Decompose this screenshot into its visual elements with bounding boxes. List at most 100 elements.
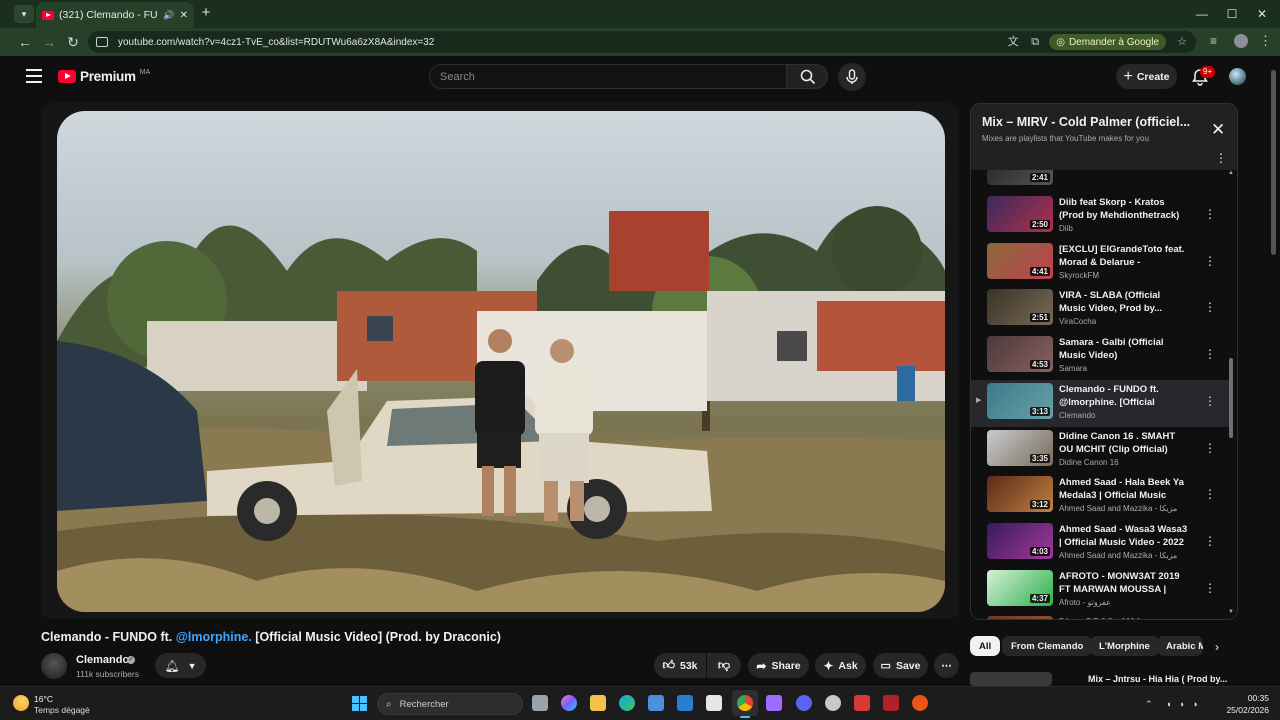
chrome-icon[interactable] bbox=[737, 695, 753, 711]
translate-icon[interactable]: 文 bbox=[1005, 34, 1021, 50]
subscribed-notifications-button[interactable]: 🔔︎ ▼ bbox=[155, 653, 206, 678]
playlist-item[interactable]: 4:53 Samara - Galbi (Official Music Video… bbox=[971, 333, 1231, 380]
more-vertical-icon[interactable]: ⋮ bbox=[1204, 207, 1216, 221]
chevron-right-icon[interactable]: › bbox=[1215, 640, 1219, 654]
scroll-down-arrow-icon[interactable]: ▼ bbox=[1228, 609, 1234, 615]
site-info-icon[interactable] bbox=[96, 37, 108, 47]
omnibox[interactable]: youtube.com/watch?v=4cz1-TvE_co&list=RDU… bbox=[88, 31, 1196, 53]
page-scrollbar[interactable] bbox=[1271, 70, 1276, 255]
task-view-icon[interactable] bbox=[532, 695, 548, 711]
playlist-item[interactable]: 2:41 bbox=[971, 170, 1231, 193]
windows-start-icon[interactable] bbox=[352, 696, 367, 711]
video-title-mention-link[interactable]: @lmorphine. bbox=[176, 630, 252, 644]
discord-icon[interactable] bbox=[796, 695, 812, 711]
taskbar-clock[interactable]: 00:35 bbox=[1225, 693, 1269, 703]
playlist-menu-icon[interactable]: ⋮ bbox=[1215, 151, 1227, 165]
scroll-up-arrow-icon[interactable]: ▲ bbox=[1228, 170, 1234, 176]
more-vertical-icon[interactable]: ⋮ bbox=[1204, 254, 1216, 268]
like-button[interactable]: 👍︎ 53k bbox=[654, 653, 706, 678]
playlist-item[interactable]: 4:37 AFROTO - MONW3AT 2019 FT MARWAN MOUS… bbox=[971, 567, 1231, 614]
hamburger-menu-icon[interactable] bbox=[26, 69, 42, 83]
playlist-item[interactable]: Dizzy DROS - M3A L3ECHRANE⋮ bbox=[971, 613, 1231, 619]
weather-temperature[interactable]: 16°C bbox=[34, 694, 53, 704]
dislike-button[interactable]: 👎︎ bbox=[707, 653, 741, 678]
playlist-item[interactable]: 3:12 Ahmed Saad - Hala Beek Ya Medala3 | … bbox=[971, 473, 1231, 520]
more-vertical-icon[interactable]: ⋮ bbox=[1204, 441, 1216, 455]
browser-profile-avatar[interactable] bbox=[1234, 34, 1248, 48]
duration-badge: 3:35 bbox=[1029, 453, 1050, 463]
tray-status-icons[interactable]: ◖◗◗ bbox=[1166, 699, 1206, 709]
channel-avatar[interactable] bbox=[41, 653, 67, 679]
more-vertical-icon[interactable]: ⋮ bbox=[1204, 300, 1216, 314]
weather-condition[interactable]: Temps dégagé bbox=[34, 705, 90, 715]
game-controller-icon[interactable] bbox=[766, 695, 782, 711]
tab-close-icon[interactable]: ✕ bbox=[180, 10, 188, 21]
new-tab-button[interactable]: + bbox=[199, 5, 213, 20]
extensions-icon[interactable]: ≡ bbox=[1210, 34, 1217, 48]
video-frame[interactable] bbox=[57, 111, 945, 612]
create-button[interactable]: + Create bbox=[1116, 64, 1177, 89]
outlook-icon[interactable] bbox=[677, 695, 693, 711]
chip-arabic[interactable]: Arabic M bbox=[1157, 636, 1203, 656]
playlist-items[interactable]: 2:41 2:50 Diib feat Skorp - Kratos (Prod … bbox=[971, 170, 1237, 619]
search-input[interactable]: Search bbox=[429, 64, 786, 89]
more-vertical-icon[interactable]: ⋮ bbox=[1204, 487, 1216, 501]
duration-badge: 3:13 bbox=[1029, 406, 1050, 416]
chip-lmorphine[interactable]: L'Morphine bbox=[1090, 636, 1159, 656]
playlist-scrollbar[interactable] bbox=[1229, 358, 1233, 438]
chip-all[interactable]: All bbox=[970, 636, 1001, 656]
microsoft-store-icon[interactable] bbox=[648, 695, 664, 711]
share-button[interactable]: ➦ Share bbox=[748, 653, 809, 678]
playlist-title[interactable]: Mix – MIRV - Cold Palmer (officiel... bbox=[982, 115, 1192, 129]
next-recommendation-row[interactable]: Mix – Jntrsu - Hia Hia ( Prod by... bbox=[970, 672, 1238, 686]
speaker-icon[interactable]: 🔊 bbox=[163, 10, 174, 21]
bookmark-star-icon[interactable]: ☆ bbox=[1174, 34, 1190, 50]
search-button[interactable] bbox=[786, 64, 828, 89]
playlist-item[interactable]: 2:51 VIRA - SLABA (Official Music Video, … bbox=[971, 286, 1231, 333]
tray-overflow-chevron-icon[interactable]: ⌃ bbox=[1145, 699, 1153, 710]
close-window-button[interactable]: ✕ bbox=[1254, 6, 1270, 22]
forward-arrow-icon[interactable]: → bbox=[40, 33, 58, 51]
playlist-item[interactable]: ▶ 3:13 Clemando - FUNDO ft. @lmorphine. [O… bbox=[971, 379, 1231, 427]
app-tile-icon[interactable] bbox=[883, 695, 899, 711]
video-player[interactable] bbox=[41, 103, 959, 619]
close-icon[interactable]: ✕ bbox=[1211, 120, 1225, 140]
more-vertical-icon[interactable]: ⋮ bbox=[1204, 534, 1216, 548]
snipping-tool-icon[interactable] bbox=[706, 695, 722, 711]
more-actions-button[interactable]: ⋯ bbox=[934, 653, 959, 678]
verified-badge-icon: ✓ bbox=[127, 656, 135, 664]
copilot-icon[interactable] bbox=[561, 695, 577, 711]
github-icon[interactable] bbox=[825, 695, 841, 711]
playlist-item[interactable]: 3:35 Didine Canon 16 . SMAHT OU MCHIT (Cl… bbox=[971, 427, 1231, 474]
reload-icon[interactable]: ↻ bbox=[64, 33, 82, 51]
minimize-button[interactable]: — bbox=[1194, 6, 1210, 22]
acrobat-icon[interactable] bbox=[854, 695, 870, 711]
more-vertical-icon[interactable]: ⋮ bbox=[1204, 347, 1216, 361]
weather-moon-icon[interactable] bbox=[13, 695, 29, 711]
edge-icon[interactable] bbox=[619, 695, 635, 711]
youtube-premium-logo[interactable]: Premium MA bbox=[58, 69, 150, 84]
playlist-item[interactable]: 2:50 Diib feat Skorp - Kratos (Prod by Me… bbox=[971, 193, 1231, 240]
url-text[interactable]: youtube.com/watch?v=4cz1-TvE_co&list=RDU… bbox=[118, 37, 1005, 48]
account-avatar[interactable] bbox=[1229, 68, 1246, 85]
channel-name[interactable]: Clemando bbox=[76, 654, 129, 666]
browser-tab-active[interactable]: (321) Clemando - FUNDO ft. 🔊 ✕ bbox=[36, 2, 194, 28]
install-app-icon[interactable]: ⧉ bbox=[1027, 34, 1043, 50]
browser-menu-icon[interactable]: ⋮ bbox=[1259, 33, 1272, 49]
more-vertical-icon[interactable]: ⋮ bbox=[1204, 581, 1216, 595]
playlist-item[interactable]: 4:41 [EXCLU] ElGrandeToto feat. Morad & D… bbox=[971, 240, 1231, 287]
chip-from-clemando[interactable]: From Clemando bbox=[1002, 636, 1093, 656]
ask-google-button[interactable]: ◎ Demander à Google bbox=[1049, 34, 1166, 50]
save-button[interactable]: ▭ Save bbox=[873, 653, 928, 678]
tab-list-chevron-icon[interactable]: ▾ bbox=[14, 5, 34, 23]
taskbar-search[interactable]: ⌕ Rechercher bbox=[377, 693, 523, 715]
file-explorer-icon[interactable] bbox=[590, 695, 606, 711]
maximize-button[interactable]: ☐ bbox=[1224, 6, 1240, 22]
more-vertical-icon[interactable]: ⋮ bbox=[1204, 394, 1216, 408]
playlist-item[interactable]: 4:03 Ahmed Saad - Wasa3 Wasa3 | Official … bbox=[971, 520, 1231, 567]
ask-button[interactable]: ✦ Ask bbox=[815, 653, 866, 678]
back-arrow-icon[interactable]: ← bbox=[16, 33, 34, 51]
taskbar-date[interactable]: 25/02/2026 bbox=[1215, 705, 1269, 715]
voice-search-button[interactable] bbox=[838, 63, 866, 91]
app-circle-icon[interactable] bbox=[912, 695, 928, 711]
